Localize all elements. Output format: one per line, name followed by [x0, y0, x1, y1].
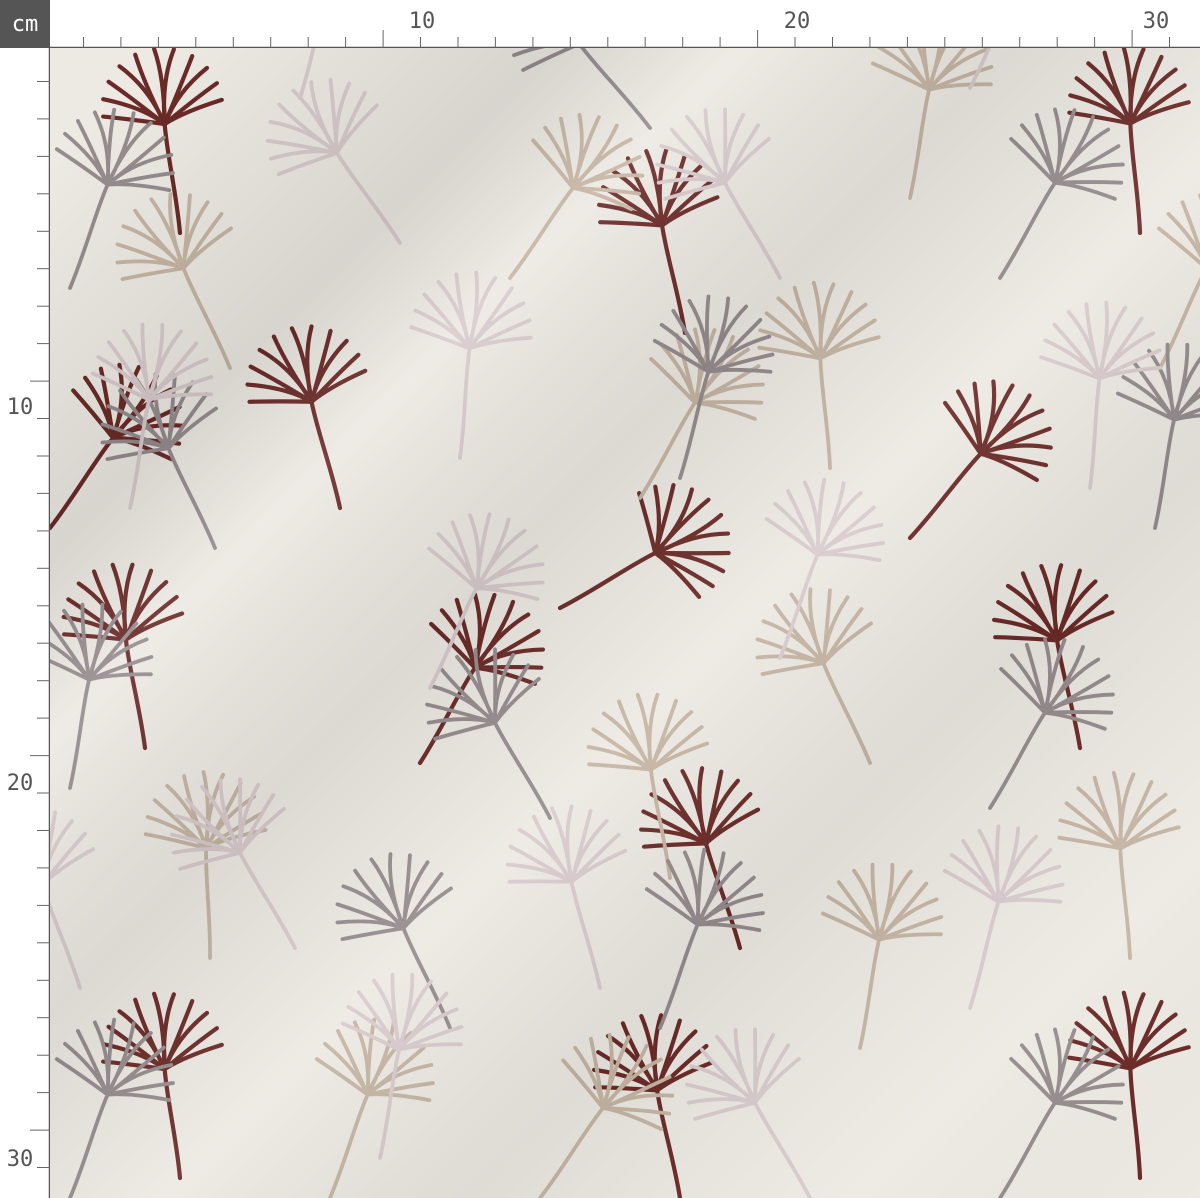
fabric-swatch	[50, 48, 1200, 1198]
top-ruler: 10 20 30	[50, 9, 1200, 48]
leaf-pattern	[50, 48, 1200, 1198]
left-ruler-label-20: 20	[7, 771, 34, 796]
left-ruler-label-30: 30	[7, 1147, 34, 1172]
unit-badge: cm	[0, 0, 50, 48]
top-ruler-label-20: 20	[784, 9, 811, 34]
fabric-preview: cm 10 20 30 10 20 30	[0, 0, 1200, 1198]
left-ruler: 10 20 30	[7, 48, 50, 1198]
top-ruler-label-10: 10	[409, 9, 436, 34]
fabric-drape-shading	[50, 48, 1200, 1198]
top-ruler-label-30: 30	[1143, 9, 1170, 34]
left-ruler-label-10: 10	[7, 395, 34, 420]
